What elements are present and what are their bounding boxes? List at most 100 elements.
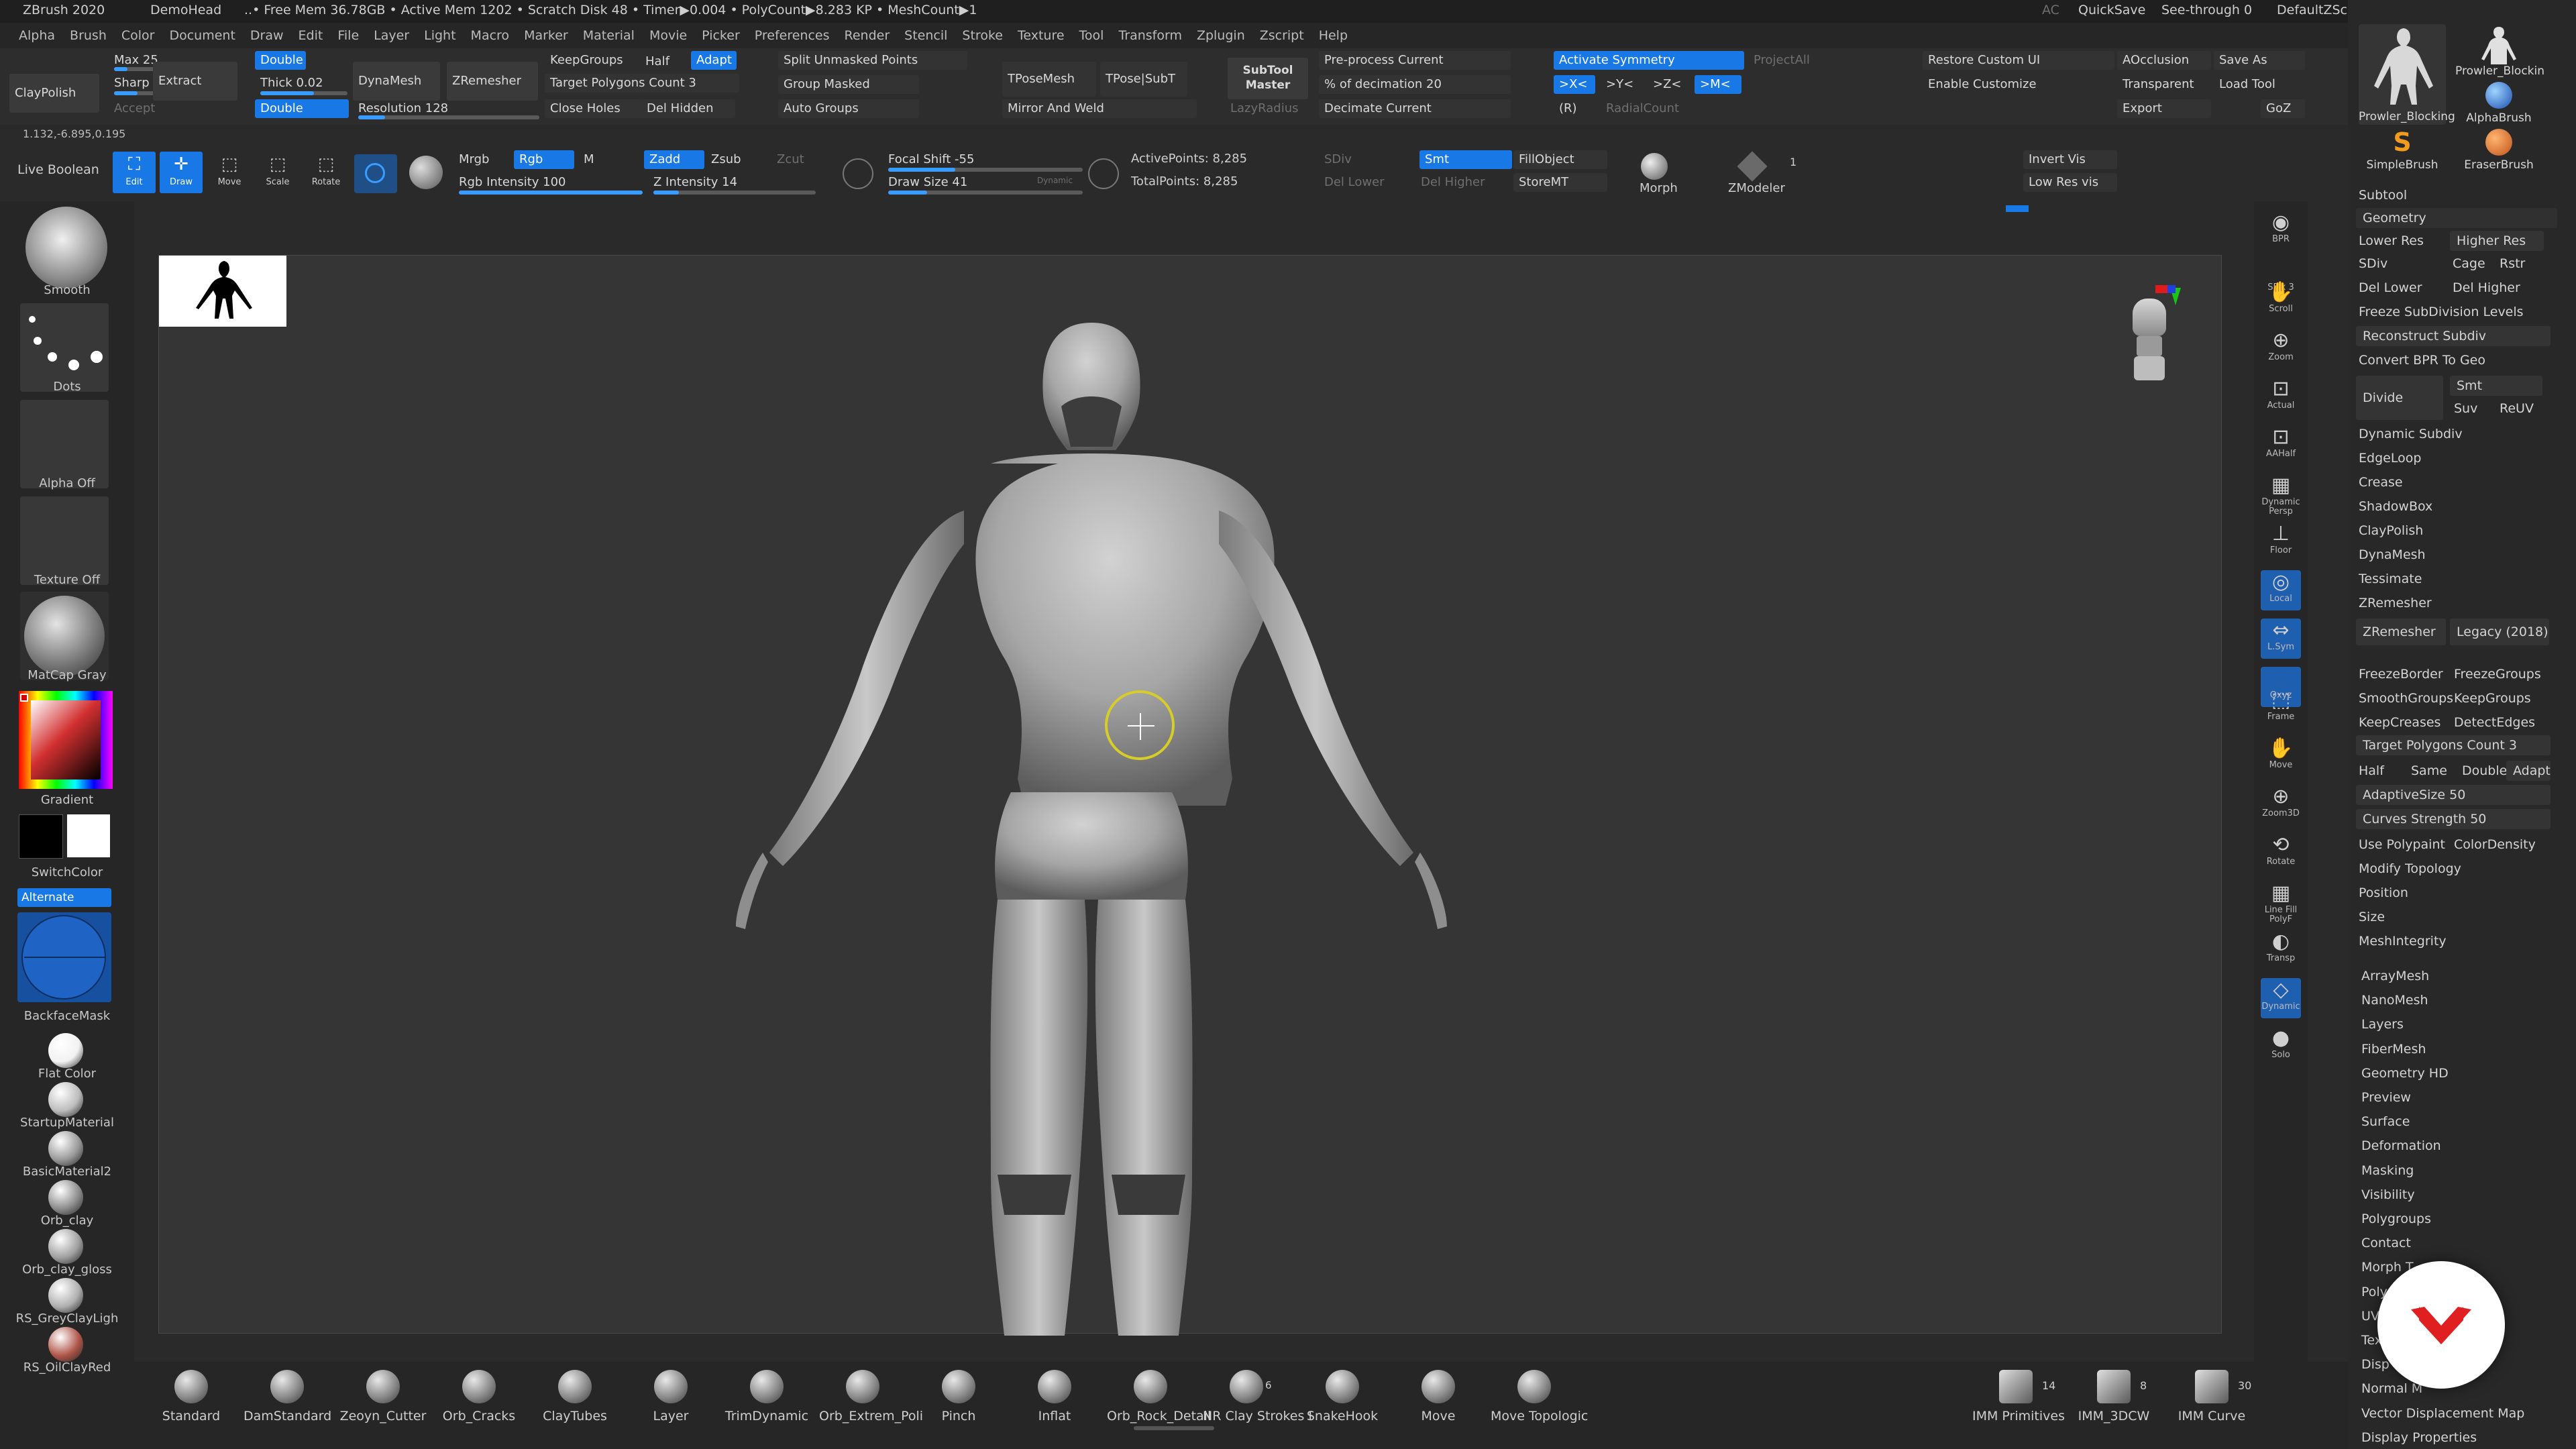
scroll-indicator[interactable] (2006, 205, 2029, 212)
menu-zscript[interactable]: Zscript (1260, 23, 1304, 48)
alpha-thumbnail[interactable] (20, 400, 109, 488)
extract-button[interactable]: Extract (153, 62, 237, 101)
menu-tool[interactable]: Tool (1079, 23, 1104, 48)
brush-nr-clay-strokes-i[interactable]: NR Clay Strokes I (1203, 1370, 1312, 1424)
keepgroups-toggle[interactable]: KeepGroups (2454, 688, 2531, 708)
live-boolean-toggle[interactable]: Live Boolean (17, 162, 99, 177)
close-holes-button[interactable]: Close Holes (545, 99, 643, 118)
view-actual-button[interactable]: ⊡ Actual (2261, 377, 2301, 417)
view-zoom-button[interactable]: ⊕ Zoom (2261, 329, 2301, 369)
material-sphere-6[interactable] (48, 1327, 83, 1362)
zremesher-run-button[interactable]: ZRemesher (2356, 619, 2446, 645)
brush-layer[interactable]: Layer (627, 1370, 714, 1424)
scale-mode-button[interactable]: ⬚ Scale (256, 152, 299, 193)
navigation-gizmo[interactable] (2125, 285, 2181, 386)
material-sphere-1[interactable] (48, 1082, 83, 1117)
menu-transform[interactable]: Transform (1118, 23, 1182, 48)
color-square[interactable] (31, 700, 101, 780)
decimation-percent-slider[interactable]: % of decimation 20 (1319, 75, 1511, 94)
view-dynamic-button[interactable]: ◇ Dynamic (2261, 978, 2301, 1018)
view-solo-button[interactable]: ● Solo (2261, 1026, 2301, 1067)
target-polygons-slider[interactable]: Target Polygons Count 3 (2356, 735, 2551, 755)
zremesher-button[interactable]: ZRemesher (447, 62, 538, 101)
palette-shadowbox[interactable]: ShadowBox (2359, 496, 2432, 517)
palette-layers[interactable]: Layers (2361, 1014, 2404, 1034)
mrgb-toggle[interactable]: Mrgb (453, 150, 507, 169)
enable-customize-button[interactable]: Enable Customize (1923, 75, 2114, 94)
gradient-label[interactable]: Gradient (0, 793, 134, 807)
accept-button[interactable]: Accept (109, 99, 169, 118)
geometry-menu[interactable]: Geometry (2356, 208, 2557, 228)
zmodeler-button[interactable]: ZModeler (1728, 181, 1785, 195)
menu-picker[interactable]: Picker (702, 23, 740, 48)
mirror-and-weld-button[interactable]: Mirror And Weld (1002, 99, 1197, 118)
backfacemask-preview[interactable] (17, 912, 111, 1002)
convert-bpr-button[interactable]: Convert BPR To Geo (2359, 350, 2485, 370)
menu-material[interactable]: Material (583, 23, 635, 48)
save-as-button[interactable]: Save As (2214, 51, 2305, 70)
backtrack-icon[interactable] (1088, 158, 1119, 189)
palette-claypolish[interactable]: ClayPolish (2359, 521, 2423, 541)
material-sphere-0[interactable] (48, 1033, 83, 1068)
target-polygons-slider[interactable]: Target Polygons Count 3 (545, 74, 739, 93)
view-transp-button[interactable]: ◐ Transp (2261, 930, 2301, 970)
menu-draw[interactable]: Draw (250, 23, 284, 48)
menu-alpha[interactable]: Alpha (19, 23, 55, 48)
del-lower-button[interactable]: Del Lower (2359, 278, 2422, 298)
subtool-menu[interactable]: Subtool (2359, 185, 2407, 205)
material-label-3[interactable]: Orb_clay (0, 1214, 134, 1228)
curves-strength-slider[interactable]: Curves Strength 50 (2356, 809, 2551, 829)
menu-stencil[interactable]: Stencil (904, 23, 947, 48)
draw-size-slider[interactable]: Draw Size 41 (883, 173, 1017, 192)
del-hidden-button[interactable]: Del Hidden (641, 99, 735, 118)
brush-inflat[interactable]: Inflat (1011, 1370, 1098, 1424)
rotate-mode-button[interactable]: ⬚ Rotate (305, 152, 347, 193)
export-button[interactable]: Export (2117, 99, 2211, 118)
morph-button[interactable]: Morph (1640, 181, 1678, 195)
see-through-slider[interactable]: See-through 0 (2161, 3, 2252, 17)
menu-light[interactable]: Light (424, 23, 455, 48)
draw-mode-button[interactable]: ✛ Draw (160, 152, 203, 193)
divide-button[interactable]: Divide (2356, 376, 2443, 420)
sdiv-slider[interactable]: SDiv (1319, 150, 1413, 169)
gizmo-toggle[interactable] (354, 154, 397, 193)
tool-thumb-alphabrush[interactable]: AlphaBrush (2455, 79, 2542, 126)
menu-zplugin[interactable]: Zplugin (1197, 23, 1245, 48)
main-color-swatch[interactable] (20, 694, 28, 702)
focal-shift-slider[interactable]: Focal Shift -55 (883, 150, 1084, 169)
adapt-toggle[interactable]: Adapt (2506, 761, 2551, 781)
view-zoom3d-button[interactable]: ⊕ Zoom3D (2261, 785, 2301, 825)
menu-edit[interactable]: Edit (299, 23, 323, 48)
view-move-button[interactable]: ✋ Move (2261, 737, 2301, 777)
view-scroll-button[interactable]: ✋ Scroll (2261, 280, 2301, 321)
palette-tessimate[interactable]: Tessimate (2359, 569, 2422, 589)
view-aahalf-button[interactable]: ⊡ AAHalf (2261, 425, 2301, 466)
rstr-button[interactable]: Rstr (2500, 254, 2525, 274)
palette-surface[interactable]: Surface (2361, 1112, 2410, 1132)
palette-fibermesh[interactable]: FiberMesh (2361, 1039, 2426, 1059)
menu-file[interactable]: File (337, 23, 359, 48)
view-lsym-button[interactable]: ⇔ L.Sym (2261, 619, 2301, 659)
del-higher-button[interactable]: Del Higher (1415, 173, 1509, 192)
z-intensity-slider[interactable]: Z Intensity 14 (648, 173, 816, 192)
move-mode-button[interactable]: ⬚ Move (208, 152, 251, 193)
double-toggle[interactable]: Double (255, 51, 306, 70)
keepgroups-toggle[interactable]: KeepGroups (545, 51, 639, 70)
use-polypaint-toggle[interactable]: Use Polypaint (2359, 835, 2445, 855)
fillobject-button[interactable]: FillObject (1513, 150, 1607, 169)
palette-meshintegrity[interactable]: MeshIntegrity (2359, 931, 2447, 951)
group-masked-button[interactable]: Group Masked (778, 75, 919, 94)
brush-orb-cracks[interactable]: Orb_Cracks (435, 1370, 523, 1424)
imm-brush-2[interactable]: IMM Curve (2168, 1370, 2255, 1424)
view-line-fill-button[interactable]: ▦ Line Fill PolyF (2261, 881, 2301, 924)
lazyradius-slider[interactable]: LazyRadius (1225, 99, 1312, 118)
palette-vector-displacement-map[interactable]: Vector Displacement Map (2361, 1403, 2524, 1424)
palette-deformation[interactable]: Deformation (2361, 1136, 2441, 1156)
cage-button[interactable]: Cage (2453, 254, 2485, 274)
adapt-toggle[interactable]: Adapt (691, 51, 737, 70)
rgb-toggle[interactable]: Rgb (514, 150, 574, 169)
palette-size[interactable]: Size (2359, 907, 2385, 927)
material-label-4[interactable]: Orb_clay_gloss (0, 1263, 134, 1277)
current-brush-thumbnail[interactable] (25, 207, 107, 288)
palette-masking[interactable]: Masking (2361, 1161, 2414, 1181)
